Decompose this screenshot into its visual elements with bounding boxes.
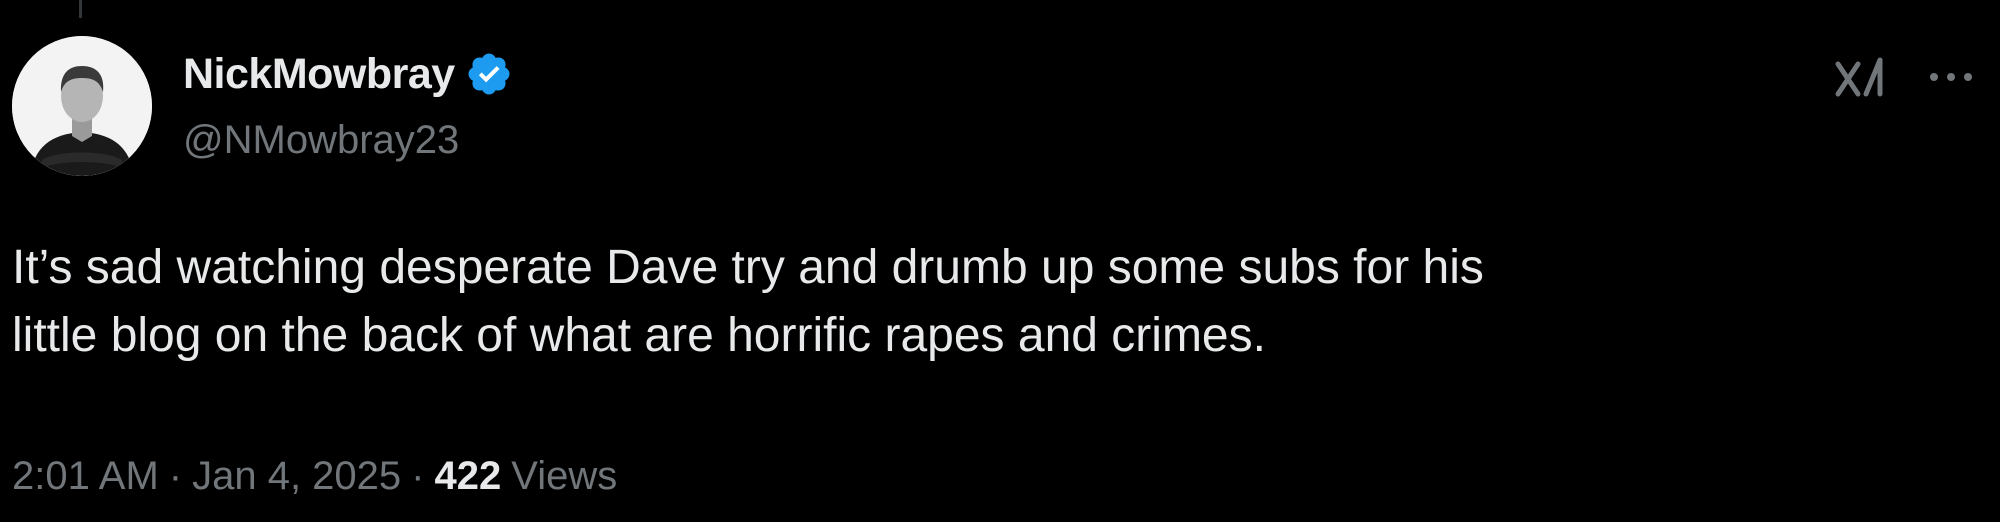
more-options-icon[interactable] — [1922, 54, 1980, 100]
author-handle[interactable]: @NMowbray23 — [183, 118, 459, 163]
avatar[interactable] — [12, 36, 152, 176]
author-name-row: NickMowbray — [183, 44, 513, 104]
views-label: Views — [511, 454, 618, 498]
author-display-name[interactable]: NickMowbray — [183, 50, 455, 99]
thread-connector-line — [79, 0, 82, 18]
metadata-separator: · — [168, 454, 183, 498]
tweet-time[interactable]: 2:01 AM — [12, 454, 159, 499]
tweet-text: It’s sad watching desperate Dave try and… — [12, 241, 1484, 362]
tweet-date[interactable]: Jan 4, 2025 — [192, 454, 401, 499]
grok-icon[interactable] — [1832, 52, 1888, 102]
profile-photo-icon — [12, 36, 152, 176]
verified-badge-icon[interactable] — [465, 50, 513, 98]
tweet-metadata: 2:01 AM · Jan 4, 2025 · 422 Views — [12, 454, 617, 499]
views-count[interactable]: 422 — [434, 454, 501, 499]
tweet[interactable]: NickMowbray @NMowbray23 It’s sad watchin… — [0, 0, 2000, 522]
metadata-separator: · — [411, 454, 425, 498]
